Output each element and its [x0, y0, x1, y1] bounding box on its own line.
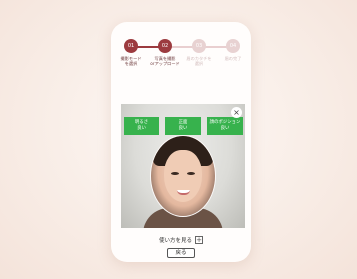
step-4-number: 04 [226, 39, 240, 53]
guide-brightness: 明るさ 良い [124, 117, 159, 135]
howto-label: 使い方を見る [158, 238, 192, 244]
step-3: 03 眉のカタチを 選択 [182, 39, 216, 66]
plus-icon: + [195, 236, 203, 244]
back-button[interactable]: 戻る [167, 248, 195, 258]
step-3-label: 眉のカタチを 選択 [186, 56, 212, 67]
phone-frame: 01 撮影モード を選択 02 写真を撮影 orアップロード 03 眉のカタチを… [111, 22, 251, 262]
step-3-number: 03 [192, 39, 206, 53]
howto-link[interactable]: 使い方を見る + [111, 235, 251, 245]
step-1: 01 撮影モード を選択 [114, 39, 148, 66]
step-2: 02 写真を撮影 orアップロード [148, 39, 182, 66]
step-2-number: 02 [158, 39, 172, 53]
step-4: 04 眉の完了 [216, 39, 250, 61]
progress-stepper: 01 撮影モード を選択 02 写真を撮影 orアップロード 03 眉のカタチを… [111, 22, 251, 80]
step-1-number: 01 [124, 39, 138, 53]
close-icon[interactable]: × [231, 107, 242, 118]
subject-right-eye [187, 172, 195, 175]
step-4-label: 眉の完了 [224, 56, 242, 61]
face-guide-oval [150, 135, 216, 217]
camera-preview: 明るさ 良い 正面 良い 顔のポジション 良い × [121, 104, 245, 228]
step-1-label: 撮影モード を選択 [120, 56, 142, 67]
guide-front-facing: 正面 良い [165, 117, 201, 135]
step-2-label: 写真を撮影 orアップロード [150, 56, 180, 67]
guide-face-position: 顔のポジション 良い [207, 117, 243, 135]
subject-left-eye [171, 172, 179, 175]
